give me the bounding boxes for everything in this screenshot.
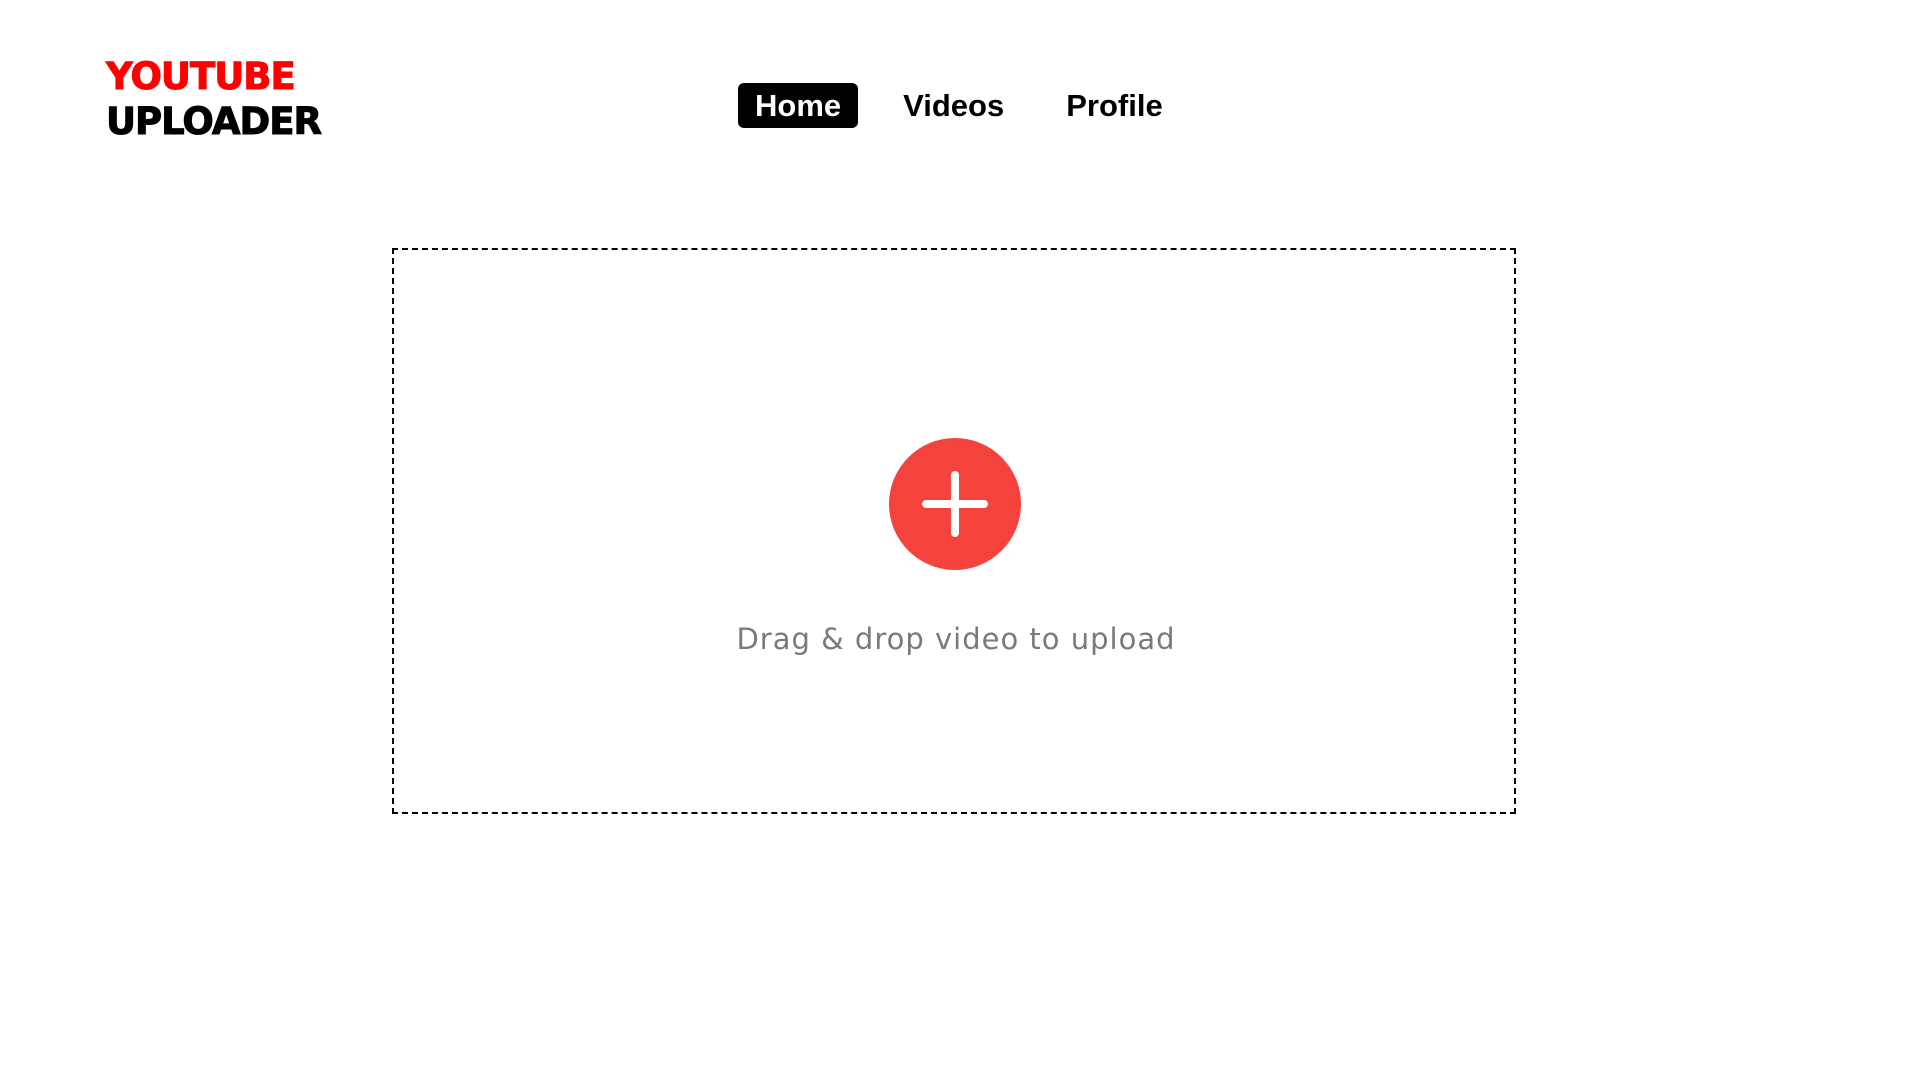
main-nav: Home Videos Profile [738, 83, 1180, 128]
add-video-button[interactable] [889, 438, 1021, 570]
nav-item-profile[interactable]: Profile [1049, 83, 1179, 128]
logo: YOUTUBE UPLOADER [106, 55, 323, 143]
logo-line-youtube: YOUTUBE [106, 55, 297, 98]
page: YOUTUBE UPLOADER Home Videos Profile Dra… [0, 0, 1920, 1080]
nav-item-home[interactable]: Home [738, 83, 859, 128]
logo-line-uploader: UPLOADER [106, 100, 323, 143]
upload-dropzone[interactable]: Drag & drop video to upload [392, 248, 1516, 814]
dropzone-prompt: Drag & drop video to upload [736, 622, 1176, 656]
plus-icon [922, 471, 988, 537]
nav-item-videos[interactable]: Videos [886, 83, 1021, 128]
